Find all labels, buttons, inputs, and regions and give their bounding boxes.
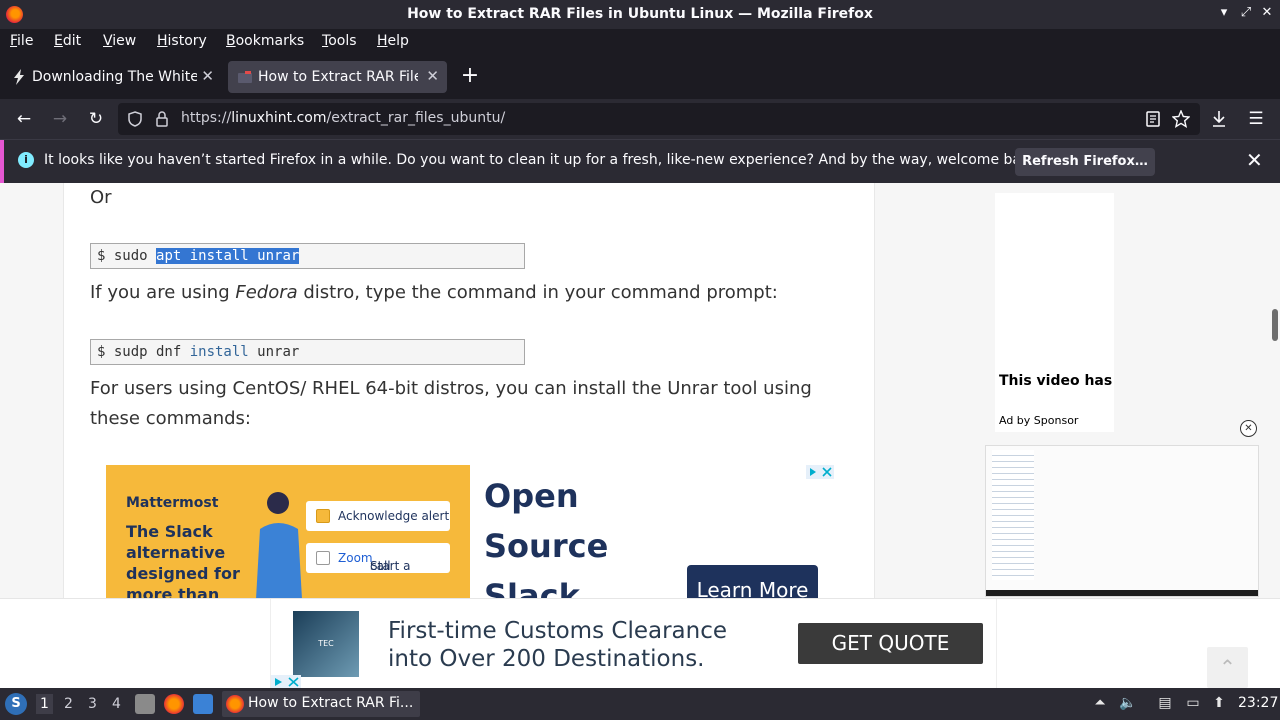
- infobar-accent: [0, 140, 4, 184]
- bookmark-star-icon[interactable]: [1172, 110, 1190, 128]
- navigation-toolbar: ← → ↻ https://linuxhint.com/extract_rar_…: [0, 99, 1280, 139]
- start-menu-icon[interactable]: S: [5, 693, 27, 715]
- scroll-to-top-icon[interactable]: ⌃: [1207, 647, 1248, 688]
- file-manager-icon[interactable]: [135, 694, 155, 714]
- ad-thumbnail: TEC: [293, 611, 359, 677]
- sticky-bottom-ad[interactable]: TEC First-time Customs Clearance into Ove…: [0, 598, 1280, 688]
- floating-video-player[interactable]: [985, 445, 1259, 597]
- infobar-message: It looks like you haven’t started Firefo…: [44, 152, 1043, 168]
- ad-card-acknowledge: Acknowledge alert: [306, 501, 450, 531]
- taskbar-window-label: How to Extract RAR Fi...: [248, 695, 414, 711]
- menu-tools[interactable]: Tools: [322, 33, 357, 49]
- menu-bar: File Edit View History Bookmarks Tools H…: [0, 29, 1280, 55]
- reader-view-icon[interactable]: [1146, 111, 1160, 127]
- workspace-4[interactable]: 4: [112, 696, 121, 712]
- tab-close-icon[interactable]: ✕: [201, 67, 214, 85]
- back-arrow-icon[interactable]: ←: [12, 107, 36, 131]
- menu-file[interactable]: File: [10, 33, 33, 49]
- clock: 23:27: [1238, 695, 1279, 711]
- reload-icon[interactable]: ↻: [84, 107, 108, 131]
- fedora-paragraph: If you are using Fedora distro, type the…: [90, 282, 778, 303]
- tab-label: How to Extract RAR Files in Ubuntu: [258, 69, 418, 85]
- or-paragraph: Or: [90, 187, 112, 208]
- ad-brand: Mattermost: [126, 495, 219, 511]
- updates-icon[interactable]: ⬆: [1210, 694, 1228, 712]
- ad-card-zoom: Start a Zoom call: [306, 543, 450, 573]
- tab-downloading[interactable]: Downloading The White Hat ✕: [2, 61, 222, 93]
- new-tab-button[interactable]: +: [459, 63, 481, 91]
- firefox-icon: [226, 695, 244, 713]
- adchoices-icon[interactable]: [271, 675, 301, 688]
- minimize-button[interactable]: ▾: [1215, 5, 1233, 20]
- url-bar[interactable]: https://linuxhint.com/extract_rar_files_…: [118, 103, 1200, 135]
- menu-history[interactable]: History: [157, 33, 207, 49]
- workspace-3[interactable]: 3: [88, 696, 97, 712]
- info-icon: i: [18, 152, 34, 168]
- notification-bar: i It looks like you haven’t started Fire…: [0, 139, 1280, 184]
- code-block-dnf[interactable]: $ sudp dnf install unrar: [90, 339, 525, 365]
- floating-video-close-icon[interactable]: ✕: [1240, 420, 1257, 437]
- volume-icon[interactable]: 🔈: [1119, 694, 1137, 712]
- page-viewport: Or $ sudo apt install unrar If you are u…: [0, 183, 1280, 688]
- tray-upload-icon[interactable]: ⏶: [1091, 694, 1109, 712]
- downloads-icon[interactable]: [1211, 110, 1227, 128]
- adchoices-icon[interactable]: [806, 465, 834, 479]
- url-text[interactable]: https://linuxhint.com/extract_rar_files_…: [181, 110, 505, 126]
- checkbox-icon: [316, 551, 330, 565]
- centos-paragraph-line1: For users using CentOS/ RHEL 64-bit dist…: [90, 378, 812, 399]
- tab-strip: Downloading The White Hat ✕ How to Extra…: [0, 55, 1280, 99]
- linuxhint-favicon-icon: [238, 71, 252, 83]
- desktop-icon[interactable]: [193, 694, 213, 714]
- lock-icon[interactable]: [156, 111, 168, 127]
- taskbar-firefox-window[interactable]: How to Extract RAR Fi...: [222, 691, 420, 717]
- menu-bookmarks[interactable]: Bookmarks: [226, 33, 304, 49]
- window-titlebar: How to Extract RAR Files in Ubuntu Linux…: [0, 0, 1280, 29]
- ad-sponsor-label: Ad by Sponsor: [999, 414, 1079, 427]
- checkbox-checked-icon: [316, 509, 330, 523]
- forward-arrow-icon[interactable]: →: [48, 107, 72, 131]
- page-scrollbar[interactable]: [1270, 183, 1280, 688]
- firefox-launcher-icon[interactable]: [164, 694, 184, 714]
- ad-headline-2: Source: [484, 527, 609, 565]
- workspace-1[interactable]: 1: [36, 694, 53, 714]
- window-title: How to Extract RAR Files in Ubuntu Linux…: [407, 6, 873, 22]
- tab-how-to-extract[interactable]: How to Extract RAR Files in Ubuntu ✕: [228, 61, 447, 93]
- sidebar-video-ad[interactable]: This video has Ad by Sponsor: [995, 193, 1114, 432]
- clipboard-icon[interactable]: ▤: [1156, 694, 1174, 712]
- menu-view[interactable]: View: [103, 33, 136, 49]
- video-taskbar-strip: [986, 590, 1258, 596]
- network-icon[interactable]: ▭: [1184, 694, 1202, 712]
- infobar-close-icon[interactable]: ✕: [1246, 148, 1263, 172]
- maximize-button[interactable]: ⤢: [1237, 5, 1255, 20]
- menu-help[interactable]: Help: [377, 33, 409, 49]
- ad-headline-1: Open: [484, 477, 579, 515]
- tab-close-icon[interactable]: ✕: [426, 67, 439, 85]
- sticky-ad-content[interactable]: TEC First-time Customs Clearance into Ove…: [270, 599, 997, 688]
- menu-edit[interactable]: Edit: [54, 33, 81, 49]
- centos-paragraph-line2: these commands:: [90, 408, 251, 429]
- video-title: This video has: [999, 373, 1113, 389]
- os-taskbar: S 1 2 3 4 How to Extract RAR Fi... ⏶ 🔈 ▤…: [0, 688, 1280, 720]
- video-screenshot-sidebar: [992, 450, 1034, 580]
- get-quote-button[interactable]: GET QUOTE: [798, 623, 983, 664]
- close-window-button[interactable]: ✕: [1258, 5, 1276, 20]
- refresh-firefox-button[interactable]: Refresh Firefox…: [1015, 148, 1155, 176]
- sticky-ad-headline: First-time Customs Clearance into Over 20…: [388, 618, 728, 672]
- shield-icon[interactable]: [128, 111, 142, 127]
- hamburger-menu-icon[interactable]: ☰: [1244, 107, 1268, 131]
- scrollbar-thumb[interactable]: [1272, 309, 1278, 341]
- bolt-icon: [14, 69, 24, 85]
- workspace-2[interactable]: 2: [64, 696, 73, 712]
- code-block-apt[interactable]: $ sudo apt install unrar: [90, 243, 525, 269]
- tab-label: Downloading The White Hat: [32, 69, 197, 85]
